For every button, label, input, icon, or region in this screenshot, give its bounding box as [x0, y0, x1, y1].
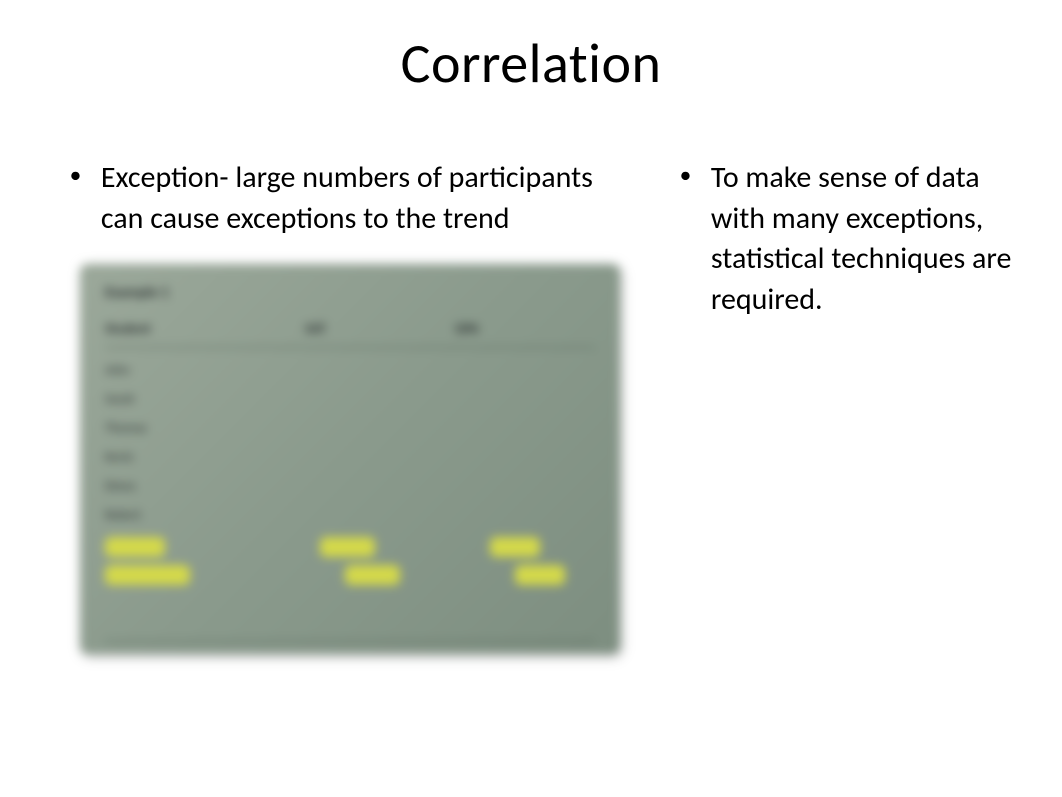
embedded-table-image: Example 1 Student SAT GPA John Sarah	[80, 264, 620, 654]
right-bullet-item: ● To make sense of data with many except…	[650, 158, 1022, 320]
table-cell	[455, 479, 575, 494]
table-cell: Thomas	[105, 421, 305, 436]
highlighted-row	[105, 565, 595, 585]
highlight-cell	[105, 565, 190, 585]
highlight-cell	[320, 537, 375, 557]
highlight-cell	[105, 537, 165, 557]
table-cell	[455, 508, 575, 523]
table-cell: Kevin	[105, 450, 305, 465]
slide-title: Correlation	[40, 30, 1022, 98]
table-header-cell: Student	[105, 320, 305, 337]
highlight-cell	[345, 565, 400, 585]
left-bullet-text: Exception- large numbers of participants…	[101, 158, 620, 239]
right-bullet-text: To make sense of data with many exceptio…	[711, 158, 1022, 320]
left-column: ● Exception- large numbers of participan…	[40, 158, 620, 654]
content-area: ● Exception- large numbers of participan…	[40, 158, 1022, 654]
right-column: ● To make sense of data with many except…	[650, 158, 1022, 654]
highlight-cell	[515, 565, 565, 585]
table-cell: Sarah	[105, 392, 305, 407]
table-cell	[305, 421, 455, 436]
left-bullet-item: ● Exception- large numbers of participan…	[40, 158, 620, 239]
table-cell	[455, 450, 575, 465]
bullet-icon: ●	[70, 166, 81, 184]
table-divider	[105, 347, 595, 348]
table-cell	[305, 450, 455, 465]
table-cell	[305, 392, 455, 407]
table-caption: Example 1	[105, 284, 595, 302]
table-cell: Robert	[105, 508, 305, 523]
table-row: Thomas	[105, 421, 595, 436]
table-row: Diana	[105, 479, 595, 494]
table-header-cell: SAT	[305, 320, 455, 337]
highlight-cell	[490, 537, 540, 557]
table-cell: Diana	[105, 479, 305, 494]
table-bottom-divider	[105, 641, 595, 642]
table-cell: John	[105, 363, 305, 378]
table-cell	[305, 508, 455, 523]
table-header-cell: GPA	[455, 320, 575, 337]
table-cell	[305, 363, 455, 378]
table-cell	[455, 363, 575, 378]
table-row: Robert	[105, 508, 595, 523]
table-cell	[455, 392, 575, 407]
table-row: John	[105, 363, 595, 378]
table-row: Kevin	[105, 450, 595, 465]
table-header-row: Student SAT GPA	[105, 320, 595, 337]
bullet-icon: ●	[680, 166, 691, 184]
table-row: Sarah	[105, 392, 595, 407]
table-cell	[305, 479, 455, 494]
table-cell	[455, 421, 575, 436]
highlighted-row	[105, 537, 595, 557]
